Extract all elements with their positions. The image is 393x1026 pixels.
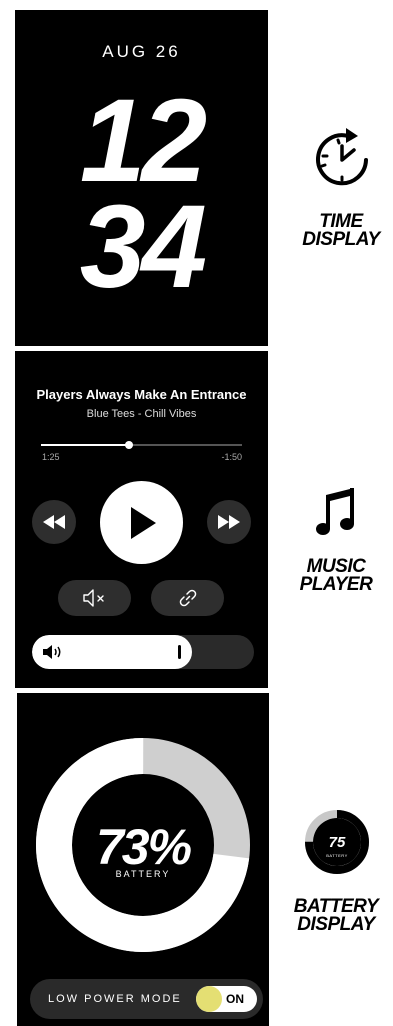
music-note-icon: [316, 488, 354, 535]
date-label: AUG 26: [102, 42, 181, 61]
progress-fill: [41, 444, 130, 446]
feature-label-line: DISPLAY: [302, 229, 380, 250]
battery-label: BATTERY: [115, 869, 171, 879]
speaker-volume-icon: [43, 645, 61, 659]
playback-progress-bar[interactable]: [41, 441, 242, 449]
progress-scrubber[interactable]: [125, 441, 134, 449]
rewind-icon: [43, 515, 65, 529]
song-artist: Blue Tees - Chill Vibes: [86, 408, 197, 420]
mute-button[interactable]: [58, 580, 131, 616]
elapsed-time: 1:25: [42, 452, 60, 462]
battery-icon-label: BATTERY: [326, 853, 348, 858]
feature-label-line: DISPLAY: [297, 914, 375, 935]
fast-forward-icon: [218, 515, 240, 529]
time-display-screen: AUG 26 12 34: [15, 10, 268, 346]
battery-display-screen: 73% BATTERY LOW POWER MODE ON: [17, 693, 269, 1026]
toggle-state: ON: [226, 992, 244, 1006]
volume-handle[interactable]: [178, 645, 181, 659]
music-player-screen: Players Always Make An Entrance Blue Tee…: [15, 351, 268, 688]
low-power-mode-label: LOW POWER MODE: [48, 993, 182, 1005]
battery-percent: 73%: [95, 819, 192, 875]
volume-slider[interactable]: [32, 635, 254, 669]
song-title: Players Always Make An Entrance: [36, 387, 247, 402]
time-display-feature-label: TIME DISPLAY: [291, 212, 391, 250]
play-button[interactable]: [100, 481, 183, 564]
low-power-mode-toggle[interactable]: ON: [196, 986, 257, 1012]
link-icon: [179, 589, 196, 607]
feature-label-line: PLAYER: [299, 574, 373, 595]
timer-icon: [316, 128, 368, 186]
link-button[interactable]: [151, 580, 224, 616]
play-icon: [130, 506, 156, 539]
music-player-feature-label: MUSIC PLAYER: [286, 557, 386, 595]
low-power-mode-row: LOW POWER MODE ON: [30, 979, 263, 1019]
speaker-mute-icon: [82, 589, 104, 607]
minutes-digits: 34: [79, 181, 207, 313]
battery-display-feature-label: BATTERY DISPLAY: [286, 897, 386, 935]
fast-forward-button[interactable]: [207, 500, 251, 544]
rewind-button[interactable]: [32, 500, 76, 544]
battery-ring-icon: 75 BATTERY: [305, 810, 369, 874]
toggle-knob: [196, 986, 222, 1012]
remaining-time: -1:50: [221, 452, 242, 462]
battery-icon-value: 75: [329, 834, 346, 851]
